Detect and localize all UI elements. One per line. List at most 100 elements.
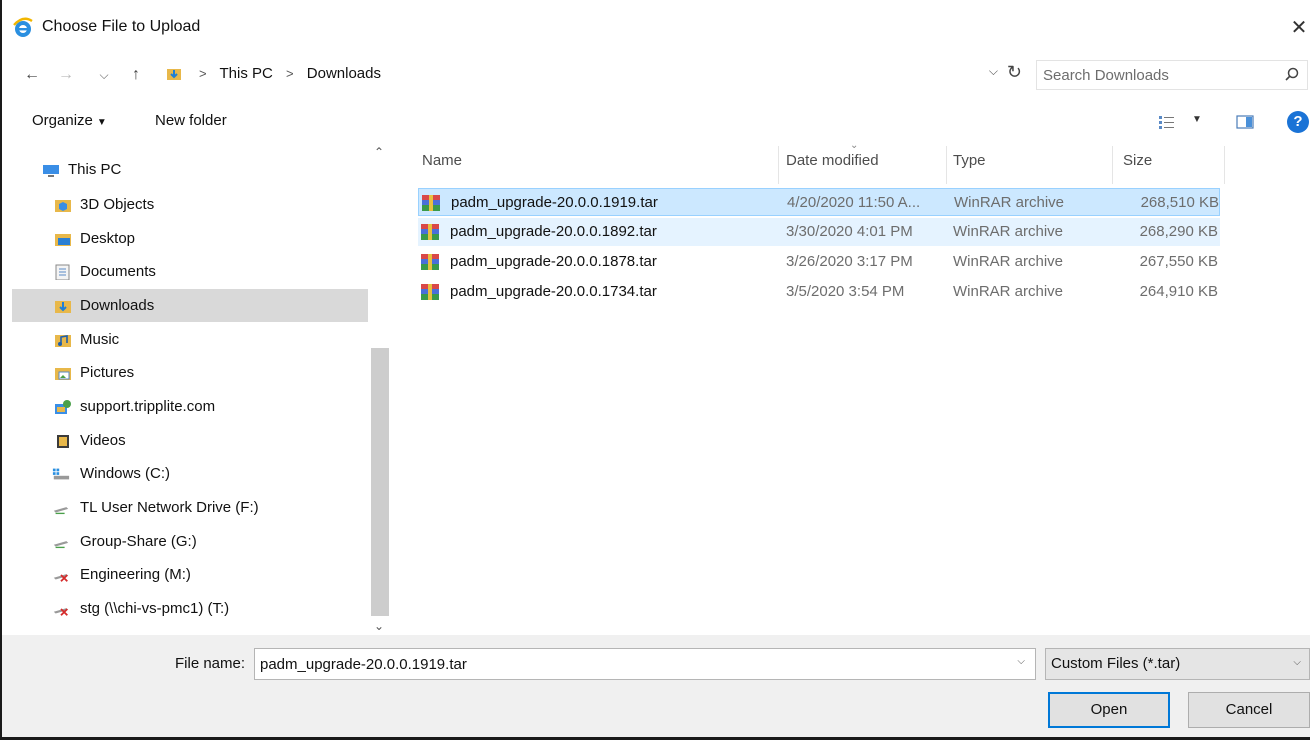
command-bar: Organize ▼ New folder ▼ ? (2, 104, 1310, 140)
column-header-type[interactable]: Type (953, 152, 986, 169)
file-type-filter-select[interactable]: Custom Files (*.tar) ⌵ (1045, 648, 1310, 680)
breadcrumb-separator: > (286, 66, 294, 81)
new-folder-button[interactable]: New folder (155, 112, 227, 129)
column-header-size[interactable]: Size (1123, 152, 1152, 169)
organize-label: Organize (32, 112, 93, 129)
search-icon[interactable] (1283, 66, 1301, 84)
up-button[interactable]: ↑ (124, 62, 148, 88)
file-name-dropdown-icon[interactable]: ⌵ (1017, 656, 1025, 667)
recent-locations-button[interactable]: ⌵ (92, 62, 116, 88)
navigation-pane: This PC 3D Objects Desktop Documents Dow… (12, 145, 390, 635)
sidebar-item-label: Engineering (M:) (80, 566, 191, 583)
column-divider[interactable] (1224, 146, 1225, 184)
sidebar-item-3d-objects[interactable]: 3D Objects (12, 188, 368, 221)
file-size: 268,290 KB (1139, 223, 1218, 240)
close-button[interactable]: ✕ (1288, 14, 1310, 42)
pictures-icon (55, 368, 71, 380)
sidebar-item-label: stg (\\chi-vs-pmc1) (T:) (80, 600, 230, 617)
preview-pane-icon[interactable] (1236, 114, 1254, 130)
view-options-caret-icon[interactable]: ▼ (1192, 114, 1202, 125)
column-divider[interactable] (1112, 146, 1113, 184)
column-header-date-modified[interactable]: Date modified (786, 152, 879, 169)
help-icon[interactable]: ? (1287, 111, 1309, 133)
search-input[interactable] (1043, 64, 1263, 86)
file-size: 264,910 KB (1139, 283, 1218, 300)
file-type: WinRAR archive (953, 223, 1064, 240)
open-button[interactable]: Open (1048, 692, 1170, 728)
sidebar-item-videos[interactable]: Videos (12, 424, 368, 457)
change-view-icon[interactable] (1158, 114, 1176, 130)
network-drive-icon (53, 507, 69, 515)
videos-icon (57, 435, 69, 448)
sidebar-item-engineering[interactable]: Engineering (M:) (12, 558, 368, 591)
web-location-icon (55, 400, 71, 414)
file-name-input[interactable] (260, 654, 1000, 674)
disconnected-drive-icon (53, 574, 69, 582)
sidebar-item-downloads[interactable]: Downloads (12, 289, 368, 322)
breadcrumb-downloads[interactable]: Downloads (307, 65, 381, 82)
sidebar-item-label: support.tripplite.com (80, 398, 216, 415)
scroll-down-icon[interactable]: ⌄ (374, 619, 384, 633)
column-divider[interactable] (778, 146, 779, 184)
sidebar-item-group-share[interactable]: Group-Share (G:) (12, 525, 368, 558)
internet-explorer-icon (13, 17, 33, 37)
file-size: 267,550 KB (1139, 253, 1218, 270)
sidebar-item-label: TL User Network Drive (F:) (80, 499, 259, 516)
winrar-archive-icon (421, 224, 439, 240)
file-date: 3/26/2020 3:17 PM (786, 253, 913, 270)
sidebar-item-label: Group-Share (G:) (80, 533, 197, 550)
back-button[interactable]: ← (20, 62, 44, 88)
file-row[interactable]: padm_upgrade-20.0.0.1878.tar 3/26/2020 3… (418, 248, 1220, 276)
documents-icon (55, 264, 70, 280)
sidebar-scrollbar[interactable]: ⌃ ⌄ (370, 145, 390, 635)
breadcrumb-this-pc[interactable]: This PC (220, 65, 273, 82)
sidebar-item-music[interactable]: Music (12, 323, 368, 356)
navigation-bar: ← → ⌵ ↑ > This PC > Downloads ⌵ ↻ (2, 58, 1310, 92)
file-type: WinRAR archive (953, 253, 1064, 270)
file-name: padm_upgrade-20.0.0.1892.tar (450, 223, 657, 240)
sidebar-item-this-pc[interactable]: This PC (12, 153, 368, 186)
window-title: Choose File to Upload (42, 18, 201, 35)
disconnected-drive-icon (53, 608, 69, 616)
sidebar-item-label: This PC (68, 161, 122, 178)
sidebar-item-desktop[interactable]: Desktop (12, 222, 368, 255)
downloads-folder-icon (167, 69, 181, 80)
scroll-up-icon[interactable]: ⌃ (374, 145, 384, 159)
file-date: 3/5/2020 3:54 PM (786, 283, 905, 300)
file-row[interactable]: padm_upgrade-20.0.0.1892.tar 3/30/2020 4… (418, 218, 1220, 246)
sidebar-item-support-tripplite[interactable]: support.tripplite.com (12, 390, 368, 423)
file-name-label: File name: (175, 655, 246, 672)
file-name: padm_upgrade-20.0.0.1734.tar (450, 283, 657, 300)
file-row[interactable]: padm_upgrade-20.0.0.1919.tar 4/20/2020 1… (418, 188, 1220, 216)
winrar-archive-icon (421, 254, 439, 270)
sidebar-item-windows-c[interactable]: Windows (C:) (12, 457, 368, 490)
search-box (1036, 60, 1308, 90)
file-name-combobox: ⌵ (254, 648, 1036, 680)
organize-button[interactable]: Organize ▼ (32, 112, 107, 129)
chevron-down-icon: ⌵ (1293, 657, 1301, 668)
sidebar-item-label: Desktop (80, 230, 136, 247)
column-divider[interactable] (946, 146, 947, 184)
file-name: padm_upgrade-20.0.0.1878.tar (450, 253, 657, 270)
file-row[interactable]: padm_upgrade-20.0.0.1734.tar 3/5/2020 3:… (418, 278, 1220, 306)
scroll-thumb[interactable] (371, 348, 389, 616)
sidebar-item-pictures[interactable]: Pictures (12, 356, 368, 389)
file-list: ⌄ Name Date modified Type Size padm_upgr… (412, 140, 1310, 635)
file-date: 4/20/2020 11:50 A... (787, 194, 921, 211)
refresh-button[interactable]: ↻ (1007, 62, 1022, 83)
cancel-button[interactable]: Cancel (1188, 692, 1310, 728)
address-dropdown-button[interactable]: ⌵ (989, 64, 998, 79)
sidebar-item-label: Videos (80, 432, 126, 449)
music-icon (55, 335, 71, 347)
file-dialog: Choose File to Upload ✕ ← → ⌵ ↑ > This P… (0, 0, 1310, 740)
column-header-name[interactable]: Name (422, 152, 462, 169)
sidebar-item-stg[interactable]: stg (\\chi-vs-pmc1) (T:) (12, 592, 368, 625)
winrar-archive-icon (421, 284, 439, 300)
computer-icon (43, 165, 59, 177)
forward-button[interactable]: → (54, 62, 78, 88)
file-type-filter-label: Custom Files (*.tar) (1051, 655, 1181, 672)
sidebar-item-tl-user-network-drive[interactable]: TL User Network Drive (F:) (12, 491, 368, 524)
sidebar-item-documents[interactable]: Documents (12, 255, 368, 288)
address-bar[interactable]: > This PC > Downloads ⌵ ↻ (158, 60, 1030, 90)
breadcrumb: > This PC > Downloads (190, 65, 381, 82)
